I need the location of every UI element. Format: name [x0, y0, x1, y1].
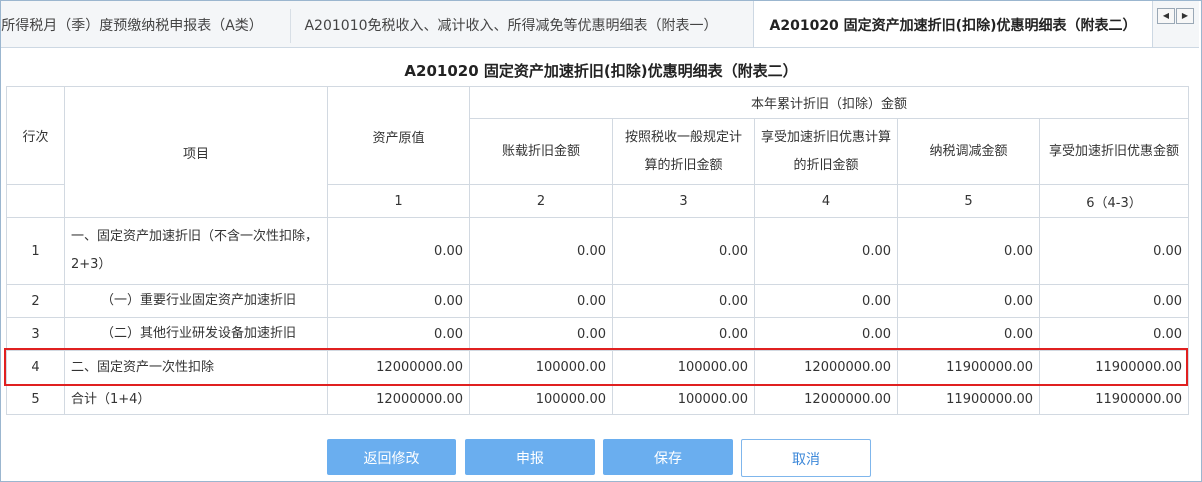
value-cell[interactable]: 0.00: [469, 317, 613, 351]
value-cell[interactable]: 0.00: [897, 284, 1040, 318]
row-item: 合计（1+4）: [64, 384, 328, 415]
value-cell[interactable]: 12000000.00: [754, 350, 898, 385]
row-number: 4: [6, 350, 65, 385]
row-item: 二、固定资产一次性扣除: [64, 350, 328, 385]
tab-bar: 所得税月（季）度预缴纳税申报表（A类） A201010免税收入、减计收入、所得减…: [1, 1, 1199, 48]
value-cell: 11900000.00: [897, 384, 1040, 415]
col-number: 5: [897, 184, 1040, 218]
value-cell: 100000.00: [469, 384, 613, 415]
value-cell[interactable]: 0.00: [612, 317, 755, 351]
value-cell[interactable]: 0.00: [1038, 284, 1190, 318]
row-item: 一、固定资产加速折旧（不含一次性扣除，2+3）: [64, 217, 328, 285]
value-cell: 11900000.00: [1038, 384, 1190, 415]
table-row: 2 （一）重要行业固定资产加速折旧 0.00 0.00 0.00 0.00 0.…: [6, 284, 1190, 318]
value-cell: 12000000.00: [754, 384, 898, 415]
row-number: 3: [6, 317, 65, 351]
col-number: 2: [469, 184, 613, 218]
header-col5: 纳税调减金额: [897, 118, 1040, 185]
table-row: 1 一、固定资产加速折旧（不含一次性扣除，2+3） 0.00 0.00 0.00…: [6, 217, 1190, 285]
col-number: 1: [327, 184, 470, 218]
row-number: 5: [6, 384, 65, 415]
tab-prev-icon[interactable]: ◀: [1157, 8, 1175, 24]
row-item: （一）重要行业固定资产加速折旧: [64, 284, 328, 318]
value-cell[interactable]: 0.00: [327, 317, 470, 351]
header-col2: 账载折旧金额: [469, 118, 613, 185]
header-group-accumulated: 本年累计折旧（扣除）金额: [468, 86, 1190, 119]
declare-button[interactable]: 申报: [465, 439, 595, 475]
header-col3: 按照税收一般规定计算的折旧金额: [612, 118, 755, 185]
value-cell[interactable]: 100000.00: [469, 350, 613, 385]
value-cell[interactable]: 0.00: [612, 284, 755, 318]
tab-schedule-1[interactable]: A201010免税收入、减计收入、所得减免等优惠明细表（附表一）: [291, 1, 731, 47]
value-cell: 12000000.00: [327, 384, 470, 415]
value-cell[interactable]: 11900000.00: [1038, 350, 1190, 385]
page-title: A201020 固定资产加速折旧(扣除)优惠明细表（附表二）: [404, 62, 798, 80]
table-row-total: 5 合计（1+4） 12000000.00 100000.00 100000.0…: [6, 384, 1190, 415]
header-asset-value: 资产原值: [327, 86, 470, 185]
value-cell[interactable]: 0.00: [754, 317, 898, 351]
value-cell[interactable]: 0.00: [754, 284, 898, 318]
header-col6: 享受加速折旧优惠金额: [1038, 118, 1190, 185]
value-cell[interactable]: 12000000.00: [327, 350, 470, 385]
header-blank-cell: [6, 184, 65, 218]
value-cell[interactable]: 0.00: [1038, 217, 1190, 285]
header-col4: 享受加速折旧优惠计算的折旧金额: [754, 118, 898, 185]
cancel-button[interactable]: 取消: [741, 439, 871, 477]
tab-next-icon[interactable]: ▶: [1176, 8, 1194, 24]
value-cell[interactable]: 0.00: [1038, 317, 1190, 351]
table-row-highlighted: 4 二、固定资产一次性扣除 12000000.00 100000.00 1000…: [6, 350, 1190, 385]
header-item: 项目: [64, 86, 328, 218]
value-cell[interactable]: 0.00: [897, 217, 1040, 285]
col-number: 6（4-3）: [1038, 184, 1190, 218]
table-row: 3 （二）其他行业研发设备加速折旧 0.00 0.00 0.00 0.00 0.…: [6, 317, 1190, 351]
row-item: （二）其他行业研发设备加速折旧: [64, 317, 328, 351]
tab-main-return[interactable]: 所得税月（季）度预缴纳税申报表（A类）: [1, 1, 275, 47]
col-number: 3: [612, 184, 755, 218]
value-cell[interactable]: 0.00: [327, 284, 470, 318]
value-cell: 100000.00: [612, 384, 755, 415]
value-cell[interactable]: 0.00: [754, 217, 898, 285]
depreciation-table: 行次 项目 资产原值 本年累计折旧（扣除）金额 账载折旧金额 按照税收一般规定计…: [6, 86, 1190, 415]
row-number: 2: [6, 284, 65, 318]
col-number: 4: [754, 184, 898, 218]
value-cell[interactable]: 0.00: [897, 317, 1040, 351]
value-cell[interactable]: 11900000.00: [897, 350, 1040, 385]
back-modify-button[interactable]: 返回修改: [327, 439, 456, 475]
value-cell[interactable]: 100000.00: [612, 350, 755, 385]
row-number: 1: [6, 217, 65, 285]
tab-schedule-2[interactable]: A201020 固定资产加速折旧(扣除)优惠明细表（附表二）: [753, 1, 1153, 47]
header-row-no: 行次: [6, 86, 65, 185]
value-cell[interactable]: 0.00: [612, 217, 755, 285]
value-cell[interactable]: 0.00: [327, 217, 470, 285]
value-cell[interactable]: 0.00: [469, 217, 613, 285]
value-cell[interactable]: 0.00: [469, 284, 613, 318]
save-button[interactable]: 保存: [603, 439, 733, 475]
